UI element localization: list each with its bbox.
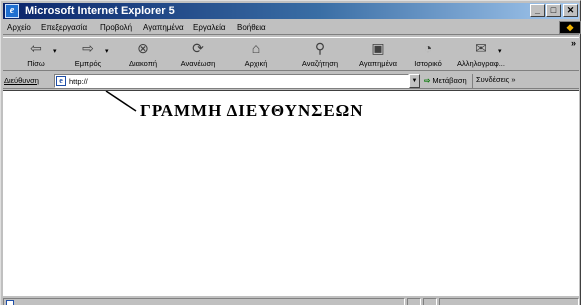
status-bar bbox=[3, 297, 579, 305]
ie-page-icon: e bbox=[5, 4, 19, 18]
address-bar: Διεύθυνση e http:// ▼ ⇨ Μετάβαση Συνδέσε… bbox=[3, 73, 579, 89]
status-progress-cell bbox=[407, 298, 421, 305]
status-text-cell bbox=[3, 298, 405, 305]
history-button[interactable]: ◔ Ιστορικό bbox=[403, 39, 453, 71]
annotation-caption: ΓΡΑΜΜΗ ΔΙΕΥΘΥΝΣΕΩΝ bbox=[140, 101, 364, 120]
address-value: http:// bbox=[69, 77, 88, 86]
address-dropdown-button[interactable]: ▼ bbox=[409, 74, 420, 88]
mail-dropdown-icon[interactable]: ▾ bbox=[498, 47, 502, 55]
menu-file[interactable]: Αρχείο bbox=[7, 22, 31, 33]
home-label: Αρχική bbox=[244, 59, 268, 68]
window-title: Microsoft Internet Explorer 5 bbox=[25, 5, 175, 17]
refresh-label: Ανανέωση bbox=[180, 59, 216, 68]
search-button[interactable]: ⚲ Αναζήτηση bbox=[295, 39, 345, 71]
search-label: Αναζήτηση bbox=[301, 59, 339, 68]
toolbar-more-chevron[interactable]: » bbox=[571, 38, 576, 48]
page-icon: e bbox=[56, 76, 66, 86]
favorites-button[interactable]: ▣ Αγαπημένα bbox=[353, 39, 403, 71]
favorites-icon: ▣ bbox=[371, 40, 385, 56]
browser-window: e Microsoft Internet Explorer 5 _ □ ✕ Αρ… bbox=[0, 0, 581, 305]
search-icon: ⚲ bbox=[314, 40, 326, 56]
links-button[interactable]: Συνδέσεις » bbox=[472, 74, 519, 88]
menu-help[interactable]: Βοήθεια bbox=[237, 22, 266, 33]
annotation-pointer-line bbox=[105, 91, 137, 112]
menu-bar: Αρχείο Επεξεργασία Προβολή Αγαπημένα Εργ… bbox=[3, 20, 581, 35]
minimize-button[interactable]: _ bbox=[530, 4, 545, 17]
forward-button[interactable]: ⇨ Εμπρός ▾ bbox=[63, 39, 113, 71]
go-button[interactable]: ⇨ Μετάβαση bbox=[424, 75, 467, 86]
title-bar[interactable]: e Microsoft Internet Explorer 5 _ □ ✕ bbox=[3, 3, 579, 19]
menu-view[interactable]: Προβολή bbox=[100, 22, 132, 33]
stop-label: Διακοπή bbox=[128, 59, 158, 68]
mail-button[interactable]: ✉ Αλληλογραφ... ▾ bbox=[456, 39, 506, 71]
forward-label: Εμπρός bbox=[74, 59, 102, 68]
refresh-button[interactable]: ⟳ Ανανέωση bbox=[173, 39, 223, 71]
stop-button[interactable]: ⊗ Διακοπή bbox=[118, 39, 168, 71]
status-page-icon bbox=[6, 300, 14, 305]
standard-toolbar: ⇦ Πίσω ▾ ⇨ Εμπρός ▾ ⊗ Διακοπή ⟳ Ανανέωση… bbox=[3, 37, 579, 71]
status-zone-cell bbox=[439, 298, 579, 305]
status-security-cell bbox=[423, 298, 437, 305]
go-arrow-icon: ⇨ bbox=[424, 76, 431, 85]
page-content[interactable]: ΓΡΑΜΜΗ ΔΙΕΥΘΥΝΣΕΩΝ bbox=[3, 90, 579, 296]
menu-tools[interactable]: Εργαλεία bbox=[193, 22, 225, 33]
mail-label: Αλληλογραφ... bbox=[457, 59, 505, 68]
maximize-button[interactable]: □ bbox=[546, 4, 561, 17]
home-icon: ⌂ bbox=[251, 40, 261, 56]
address-input[interactable]: e http:// bbox=[54, 74, 409, 88]
history-icon: ◔ bbox=[423, 40, 433, 56]
home-button[interactable]: ⌂ Αρχική bbox=[231, 39, 281, 71]
forward-dropdown-icon[interactable]: ▾ bbox=[105, 47, 109, 55]
stop-icon: ⊗ bbox=[137, 40, 149, 56]
refresh-icon: ⟳ bbox=[192, 40, 204, 56]
menu-edit[interactable]: Επεξεργασία bbox=[41, 22, 87, 33]
menu-favorites[interactable]: Αγαπημένα bbox=[143, 22, 184, 33]
back-dropdown-icon[interactable]: ▾ bbox=[53, 47, 57, 55]
go-label: Μετάβαση bbox=[432, 76, 467, 85]
windows-logo-icon: ❖ bbox=[559, 21, 581, 34]
close-button[interactable]: ✕ bbox=[563, 4, 578, 17]
address-label: Διεύθυνση bbox=[4, 76, 39, 85]
back-button[interactable]: ⇦ Πίσω ▾ bbox=[11, 39, 61, 71]
